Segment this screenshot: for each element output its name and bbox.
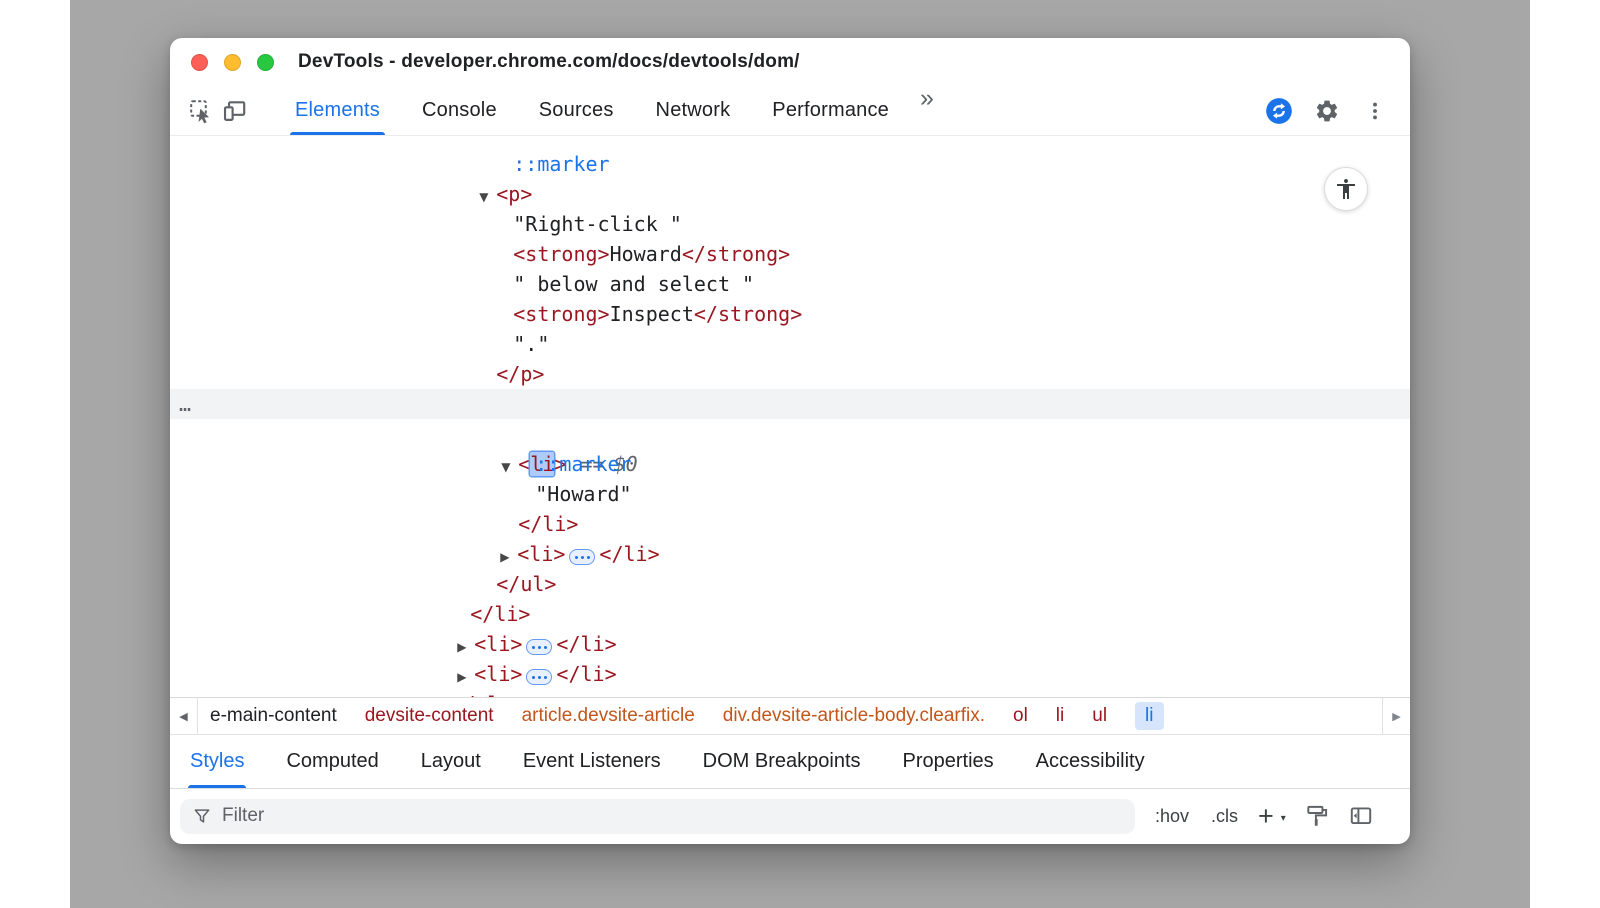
tree-line-ul-open[interactable]: ▼<ul> [170,359,1410,389]
crumb-scroll-left-button[interactable]: ◀ [170,698,198,734]
main-tab-strip: Elements Console Sources Network Perform… [274,86,944,135]
tab-elements-label: Elements [295,99,380,122]
tab-elements[interactable]: Elements [274,86,401,135]
tree-line-strong-howard[interactable]: <strong>Howard</strong> [170,209,1410,239]
close-window-button[interactable] [191,54,208,71]
tree-line-p-close[interactable]: </p> [170,329,1410,359]
crumb-scroll-right-button[interactable]: ▶ [1382,698,1410,734]
dom-tree-panel: ::marker ▼<p> "Right-click " <strong>How… [170,136,1410,697]
more-tabs-chevron-icon[interactable]: » [910,86,944,135]
gear-icon [1314,98,1340,124]
devtools-window: DevTools - developer.chrome.com/docs/dev… [170,38,1410,844]
sync-circle-button[interactable] [1262,94,1296,128]
tab-layout[interactable]: Layout [421,735,481,788]
active-tab-indicator [188,785,246,788]
tree-line-collapsed-li[interactable]: ▶<li></li> [170,629,1410,659]
breadcrumb-item[interactable]: li [1056,705,1064,727]
breadcrumb-item[interactable]: article.devsite-article [522,705,695,727]
paint-roller-button[interactable] [1304,803,1330,829]
traffic-lights [191,54,274,71]
zoom-window-button[interactable] [257,54,274,71]
selected-tree-row[interactable]: … ▼<li>==$0 [170,389,1410,419]
tab-sources[interactable]: Sources [518,86,635,135]
tab-dom-breakpoints[interactable]: DOM Breakpoints [703,735,861,788]
tab-styles[interactable]: Styles [190,735,244,788]
tab-network[interactable]: Network [635,86,752,135]
node-overflow-icon[interactable]: … [179,389,192,419]
title-bar: DevTools - developer.chrome.com/docs/dev… [170,38,1410,86]
menu-button[interactable] [1358,94,1392,128]
filter-funnel-icon [192,806,212,826]
tree-line-clipped-marker[interactable]: ::marker [170,136,1410,149]
toggle-element-state-button[interactable]: :hov [1153,802,1191,831]
left-arrow-icon: ◀ [179,710,187,723]
tree-line-p-open[interactable]: ▼<p> [170,149,1410,179]
filter-field[interactable] [180,799,1135,834]
tree-line-text[interactable]: "Right-click " [170,179,1410,209]
right-arrow-icon: ▶ [1392,710,1400,723]
minimize-window-button[interactable] [224,54,241,71]
tab-accessibility[interactable]: Accessibility [1036,735,1145,788]
tree-line-li-close[interactable]: </li> [170,569,1410,599]
kebab-menu-icon [1364,99,1386,123]
active-tab-indicator [290,132,385,135]
dropdown-caret-icon: ▾ [1281,808,1286,830]
tree-line-text-howard[interactable]: "Howard" [170,449,1410,479]
breadcrumb-item[interactable]: ol [1013,705,1028,727]
breadcrumb: e-main-content devsite-content article.d… [198,698,1382,734]
toggle-sidebar-button[interactable] [1348,803,1374,829]
accessibility-person-icon [1334,177,1358,201]
tab-properties[interactable]: Properties [903,735,994,788]
settings-button[interactable] [1310,94,1344,128]
new-style-rule-button[interactable]: + ▾ [1258,805,1286,827]
tree-line-collapsed-li[interactable]: ▶<li></li> [170,509,1410,539]
tree-line-ol-close[interactable]: </ol> [170,659,1410,689]
devtools-toolbar: Elements Console Sources Network Perform… [170,86,1410,136]
window-title: DevTools - developer.chrome.com/docs/dev… [298,51,800,73]
tab-computed[interactable]: Computed [286,735,378,788]
device-toolbar-icon [222,98,248,124]
device-toolbar-button[interactable] [218,94,252,128]
tree-line-text[interactable]: " below and select " [170,239,1410,269]
breadcrumb-bar: ◀ e-main-content devsite-content article… [170,697,1410,734]
tree-line-text[interactable]: "." [170,299,1410,329]
breadcrumb-item[interactable]: div.devsite-article-body.clearfix. [723,705,985,727]
tree-line-marker[interactable]: ::marker [170,419,1410,449]
element-classes-button[interactable]: .cls [1209,802,1240,831]
filter-input[interactable] [222,805,1123,827]
inspect-element-button[interactable] [184,94,218,128]
tree-line-collapsed-li[interactable]: ▶<li></li> [170,599,1410,629]
tab-performance[interactable]: Performance [751,86,910,135]
tree-line-li-close[interactable]: </li> [170,479,1410,509]
tree-line-ul-close[interactable]: </ul> [170,539,1410,569]
breadcrumb-item-selected[interactable]: li [1135,702,1163,730]
accessibility-fab[interactable] [1324,167,1368,211]
paint-roller-icon [1304,803,1330,829]
tree-line-strong-inspect[interactable]: <strong>Inspect</strong> [170,269,1410,299]
inspect-cursor-icon [188,98,214,124]
tab-console[interactable]: Console [401,86,518,135]
tab-event-listeners[interactable]: Event Listeners [523,735,661,788]
circular-arrows-icon [1265,97,1293,125]
styles-filter-bar: :hov .cls + ▾ [170,789,1410,843]
breadcrumb-item[interactable]: ul [1092,705,1107,727]
breadcrumb-item[interactable]: e-main-content [210,705,337,727]
breadcrumb-item[interactable]: devsite-content [365,705,494,727]
styles-panel-tab-strip: Styles Computed Layout Event Listeners D… [170,734,1410,789]
dock-sidebar-icon [1348,803,1374,829]
